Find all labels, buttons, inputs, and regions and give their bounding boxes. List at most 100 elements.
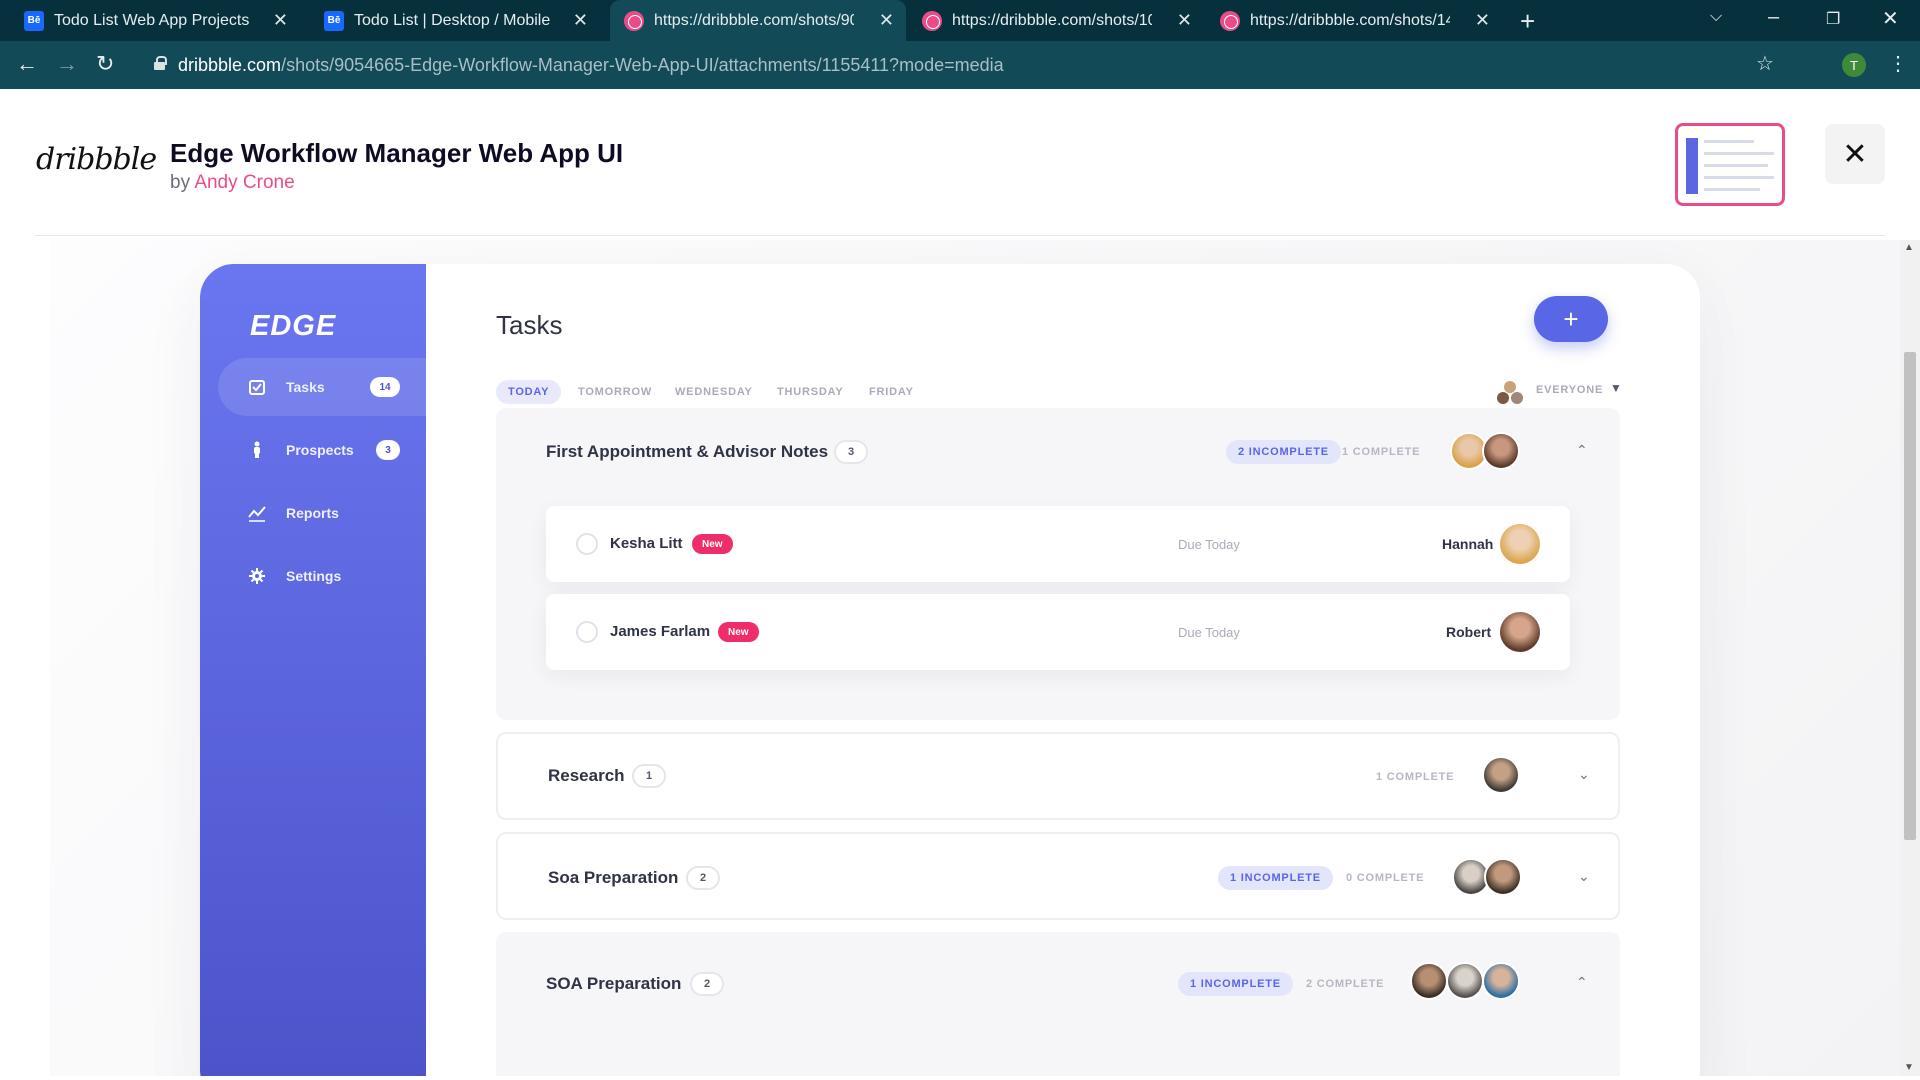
sidebar-item-reports[interactable]: Reports — [218, 484, 426, 542]
author-link[interactable]: Andy Crone — [194, 172, 294, 193]
task-checkbox[interactable] — [576, 533, 598, 555]
task-row[interactable]: James Farlam New Due Today Robert — [546, 594, 1570, 670]
tab-title: Todo List Web App Projects | Pho — [54, 11, 254, 29]
browser-tab[interactable]: Bē Todo List | Desktop / Mobile app ✕ — [310, 0, 600, 41]
close-tab-icon[interactable]: ✕ — [273, 10, 288, 31]
tab-wednesday[interactable]: WEDNESDAY — [675, 380, 753, 404]
assignee-name: Robert — [1446, 624, 1492, 640]
scrollbar-thumb[interactable] — [1904, 352, 1916, 840]
team-avatars-icon[interactable] — [1495, 378, 1525, 408]
profile-avatar[interactable]: T — [1842, 53, 1866, 77]
new-tag: New — [718, 622, 759, 642]
divider — [35, 235, 1885, 236]
close-tab-icon[interactable]: ✕ — [573, 10, 588, 31]
behance-icon: Bē — [24, 10, 44, 31]
shot-image: EDGE Tasks 14 Prospects 3 Reports Settin… — [50, 240, 1900, 1076]
task-name: James Farlam — [610, 623, 711, 640]
group-count: 3 — [834, 440, 868, 464]
scroll-down-icon[interactable]: ▼ — [1904, 1062, 1914, 1073]
incomplete-badge[interactable]: 1 INCOMPLETE — [1218, 866, 1333, 890]
browser-tab[interactable]: Bē Todo List Web App Projects | Pho ✕ — [10, 0, 300, 41]
sidebar-item-prospects[interactable]: Prospects 3 — [218, 421, 426, 479]
sidebar-item-settings[interactable]: Settings — [218, 547, 426, 605]
chevron-down-icon[interactable]: ⌄ — [1578, 766, 1590, 783]
group-title: Research — [548, 766, 625, 785]
tab-today[interactable]: TODAY — [496, 380, 562, 404]
shot-title: Edge Workflow Manager Web App UI — [170, 138, 624, 168]
dribbble-icon — [1220, 10, 1240, 31]
task-group[interactable]: Research 1 1 COMPLETE ⌄ — [496, 732, 1620, 820]
url-text: dribbble.com/shots/9054665-Edge-Workflow… — [178, 55, 1004, 75]
reports-icon — [248, 506, 266, 522]
task-group[interactable]: Soa Preparation 2 1 INCOMPLETE 0 COMPLET… — [496, 832, 1620, 920]
tab-title: https://dribbble.com/shots/1492 — [1250, 11, 1450, 29]
avatar — [1446, 962, 1484, 1000]
close-button[interactable]: ✕ — [1825, 124, 1885, 184]
browser-tab[interactable]: https://dribbble.com/shots/1492 ✕ — [1206, 0, 1502, 41]
complete-count[interactable]: 1 COMPLETE — [1376, 771, 1454, 783]
tab-tomorrow[interactable]: TOMORROW — [578, 380, 652, 404]
group-title: Soa Preparation — [548, 868, 679, 887]
forward-arrow-icon[interactable]: → — [56, 51, 78, 77]
nav-badge: 3 — [376, 440, 400, 460]
task-checkbox[interactable] — [576, 621, 598, 643]
tab-thursday[interactable]: THURSDAY — [777, 380, 844, 404]
behance-icon: Bē — [324, 10, 344, 31]
chevron-down-icon[interactable]: ▼ — [1610, 381, 1622, 395]
complete-count[interactable]: 1 COMPLETE — [1342, 446, 1420, 458]
chevron-down-icon[interactable]: ⌄ — [1578, 868, 1590, 885]
avatar — [1500, 524, 1540, 564]
avatar — [1482, 432, 1520, 470]
tab-friday[interactable]: FRIDAY — [869, 380, 914, 404]
avatar — [1410, 962, 1448, 1000]
sidebar-item-label: Prospects — [286, 442, 354, 458]
group-count: 2 — [690, 972, 724, 996]
page-title: Tasks — [496, 310, 563, 340]
scroll-up-icon[interactable]: ▲ — [1904, 242, 1914, 253]
minimize-icon[interactable]: – — [1768, 6, 1779, 29]
due-date: Due Today — [1178, 625, 1240, 640]
prospects-icon — [254, 441, 260, 458]
close-tab-icon[interactable]: ✕ — [1475, 10, 1490, 31]
chevron-up-icon[interactable]: ⌃ — [1576, 974, 1588, 991]
sidebar-item-tasks[interactable]: Tasks 14 — [218, 358, 426, 416]
incomplete-badge[interactable]: 2 INCOMPLETE — [1226, 440, 1341, 464]
sidebar-item-label: Settings — [286, 568, 342, 584]
dribbble-logo[interactable]: dribbble — [36, 142, 157, 177]
shot-byline: by Andy Crone — [170, 172, 295, 193]
dribbble-icon — [624, 10, 644, 31]
chevron-up-icon[interactable]: ⌃ — [1576, 442, 1588, 459]
tab-search-chevron-icon[interactable]: ⌵ — [1710, 8, 1722, 26]
complete-count[interactable]: 0 COMPLETE — [1346, 872, 1424, 884]
reload-icon[interactable]: ↻ — [96, 51, 114, 77]
window-close-icon[interactable]: ✕ — [1882, 6, 1899, 31]
edge-logo: EDGE — [250, 310, 337, 342]
browser-tab[interactable]: https://dribbble.com/shots/1056 ✕ — [908, 0, 1204, 41]
group-title: SOA Preparation — [546, 974, 682, 993]
incomplete-badge[interactable]: 1 INCOMPLETE — [1178, 972, 1293, 996]
browser-tab-active[interactable]: https://dribbble.com/shots/9054 ✕ — [610, 0, 906, 41]
new-tab-icon[interactable]: + — [1520, 6, 1535, 37]
tab-title: https://dribbble.com/shots/9054 — [654, 11, 854, 29]
back-arrow-icon[interactable]: ← — [16, 51, 38, 77]
add-task-button[interactable]: + — [1534, 296, 1608, 342]
filter-everyone[interactable]: EVERYONE — [1536, 384, 1603, 396]
avatar — [1482, 756, 1520, 794]
tasks-icon — [249, 380, 265, 395]
close-tab-icon[interactable]: ✕ — [1177, 10, 1192, 31]
dribbble-icon — [922, 10, 942, 31]
bookmark-star-icon[interactable]: ☆ — [1756, 51, 1774, 76]
assignee-name: Hannah — [1442, 536, 1494, 552]
group-title: First Appointment & Advisor Notes — [546, 442, 829, 461]
group-count: 1 — [632, 764, 666, 788]
attachment-thumbnail[interactable] — [1675, 123, 1785, 206]
task-row[interactable]: Kesha Litt New Due Today Hannah — [546, 506, 1570, 582]
group-count: 2 — [686, 866, 720, 890]
menu-kebab-icon[interactable]: ⋮ — [1888, 51, 1908, 76]
restore-icon[interactable]: ❐ — [1826, 9, 1840, 29]
close-tab-icon[interactable]: ✕ — [879, 10, 894, 31]
settings-icon — [249, 568, 265, 584]
task-group: SOA Preparation 2 1 INCOMPLETE 2 COMPLET… — [496, 932, 1620, 1076]
complete-count[interactable]: 2 COMPLETE — [1306, 978, 1384, 990]
url-field[interactable]: dribbble.com/shots/9054665-Edge-Workflow… — [140, 47, 1820, 83]
